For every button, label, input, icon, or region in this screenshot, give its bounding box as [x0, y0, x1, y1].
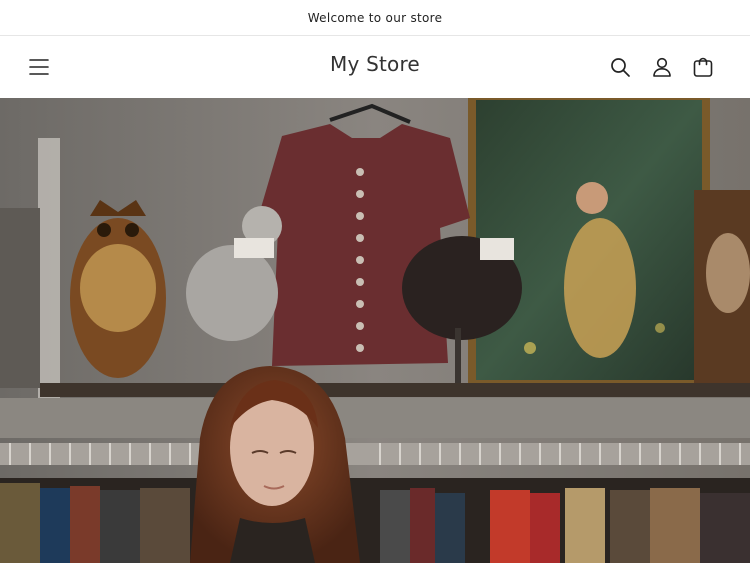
announcement-bar: Welcome to our store	[0, 0, 750, 36]
account-button[interactable]	[650, 55, 674, 79]
store-logo: My Store	[0, 52, 750, 76]
store-name-link[interactable]: My Store	[330, 52, 420, 76]
hero-banner	[0, 98, 750, 563]
account-icon	[653, 57, 671, 77]
site-header: My Store	[0, 36, 750, 98]
search-button[interactable]	[608, 55, 632, 79]
cart-icon	[693, 57, 713, 77]
hero-image	[0, 98, 750, 563]
announcement-text: Welcome to our store	[307, 10, 443, 25]
search-icon	[611, 58, 630, 77]
cart-button[interactable]	[691, 55, 715, 79]
